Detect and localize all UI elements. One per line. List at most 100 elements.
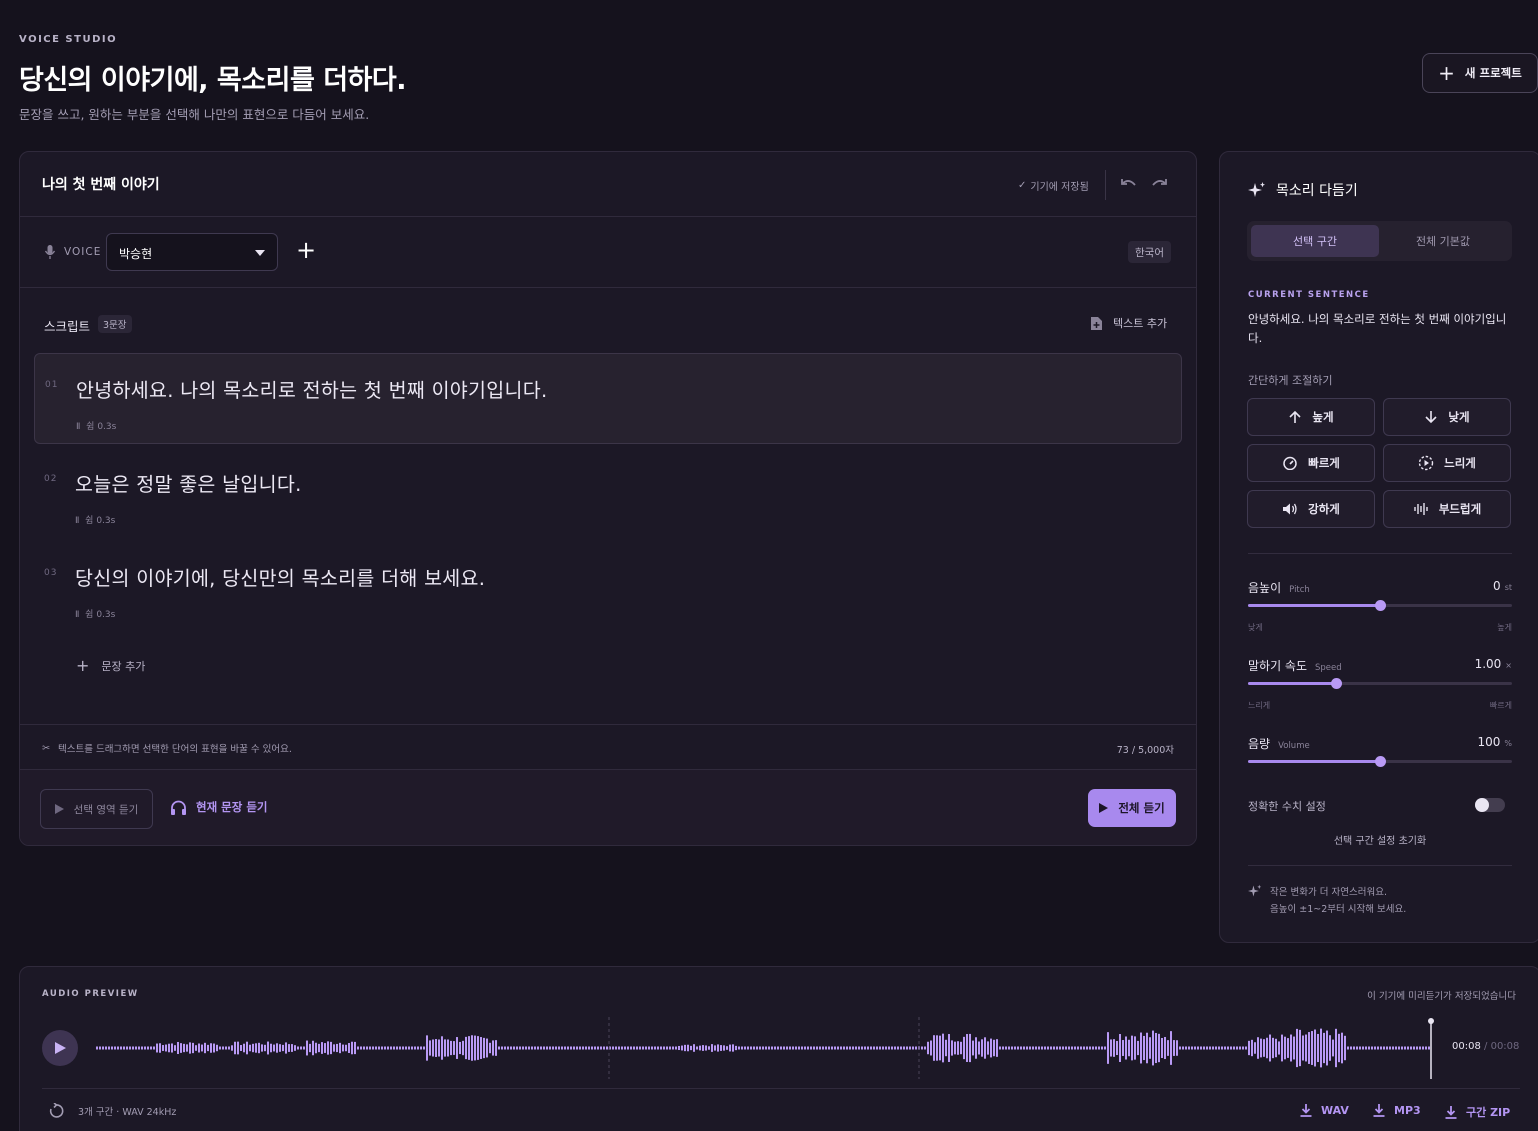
play-current-button[interactable]: 현재 문장 듣기 xyxy=(170,799,268,815)
speed-handle[interactable] xyxy=(1330,678,1342,689)
waveform-bar xyxy=(1332,1039,1334,1057)
waveform-bar xyxy=(585,1046,587,1050)
waveform-bar xyxy=(435,1039,437,1057)
waveform-bar xyxy=(1425,1046,1427,1050)
volume-fill xyxy=(1248,760,1380,763)
download-wav-button[interactable]: WAV xyxy=(1300,1104,1349,1117)
waveform-bar xyxy=(699,1045,701,1051)
slower-button[interactable]: 느리게 xyxy=(1383,444,1511,482)
panel-divider xyxy=(1248,865,1512,866)
stronger-button[interactable]: 강하게 xyxy=(1247,490,1375,528)
waveform-bar xyxy=(948,1034,950,1062)
waveform-bar xyxy=(288,1044,290,1052)
waveform-bar xyxy=(1299,1029,1301,1067)
play-all-button[interactable]: 전체 듣기 xyxy=(1088,789,1176,827)
playhead-handle[interactable] xyxy=(1428,1018,1434,1024)
download-mp3-label: MP3 xyxy=(1394,1104,1421,1117)
replay-icon[interactable] xyxy=(48,1103,64,1119)
waveform-bar xyxy=(1209,1046,1211,1050)
waveform-bar xyxy=(711,1044,713,1052)
new-project-button[interactable]: + 새 프로젝트 xyxy=(1422,53,1538,93)
sentence-row[interactable]: 02 오늘은 정말 좋은 날입니다. Ⅱ 쉼 0.3s xyxy=(34,448,1182,539)
tab-selection[interactable]: 선택 구간 xyxy=(1251,225,1379,257)
waveform-bar xyxy=(534,1046,536,1050)
add-sentence-button[interactable]: + 문장 추가 xyxy=(76,656,145,675)
waveform-bar xyxy=(501,1046,503,1050)
sentence-text[interactable]: 오늘은 정말 좋은 날입니다. xyxy=(75,468,302,497)
voice-select[interactable]: 박승현 xyxy=(106,233,278,271)
audio-info-text: 3개 구간 · WAV 24kHz xyxy=(78,1107,177,1118)
waveform-bar xyxy=(1137,1040,1139,1056)
waveform-bar xyxy=(651,1046,653,1050)
waveform-bar xyxy=(771,1046,773,1050)
waveform-bar xyxy=(708,1046,710,1050)
waveform-bar xyxy=(1308,1032,1310,1064)
waveform-bar xyxy=(966,1034,968,1062)
volume-handle[interactable] xyxy=(1375,756,1386,767)
play-selection-button[interactable]: 선택 영역 듣기 xyxy=(40,789,153,829)
audio-info: 3개 구간 · WAV 24kHz xyxy=(48,1103,176,1119)
waveform-bar xyxy=(795,1046,797,1050)
faster-button[interactable]: 빠르게 xyxy=(1247,444,1375,482)
sentence-pause[interactable]: Ⅱ 쉼 0.3s xyxy=(75,607,115,620)
waveform-bar xyxy=(252,1043,254,1053)
audio-play-button[interactable] xyxy=(42,1030,78,1066)
waveform-bar xyxy=(675,1046,677,1050)
waveform-bar xyxy=(1344,1035,1346,1061)
volume-slider[interactable] xyxy=(1248,756,1512,767)
waveform-bar xyxy=(189,1042,191,1054)
reset-selection-button[interactable]: 선택 구간 설정 초기화 xyxy=(1220,832,1538,847)
waveform-bar xyxy=(447,1039,449,1057)
waveform-bar xyxy=(990,1038,992,1058)
undo-icon[interactable] xyxy=(1118,174,1140,196)
waveform-bar xyxy=(1428,1046,1430,1050)
waveform-bar xyxy=(354,1041,356,1055)
exact-value-toggle[interactable] xyxy=(1475,798,1505,812)
lower-button[interactable]: 낮게 xyxy=(1383,398,1511,436)
pitch-handle[interactable] xyxy=(1375,600,1386,611)
waveform-bar xyxy=(897,1046,899,1050)
sentence-row[interactable]: 03 당신의 이야기에, 당신만의 목소리를 더해 보세요. Ⅱ 쉼 0.3s xyxy=(34,542,1182,633)
waveform-bar xyxy=(1311,1031,1313,1065)
waveform-bar xyxy=(396,1046,398,1050)
add-voice-button[interactable]: + xyxy=(296,238,316,262)
sparkle-icon xyxy=(1248,182,1265,197)
download-mp3-button[interactable]: MP3 xyxy=(1373,1104,1421,1117)
waveform-bar xyxy=(684,1044,686,1052)
waveform-bar xyxy=(783,1046,785,1050)
sentence-text[interactable]: 안녕하세요. 나의 목소리로 전하는 첫 번째 이야기입니다. xyxy=(76,374,548,403)
waveform-bar xyxy=(408,1046,410,1050)
gauge-icon xyxy=(1283,456,1297,470)
sentence-text[interactable]: 당신의 이야기에, 당신만의 목소리를 더해 보세요. xyxy=(75,562,485,591)
project-title[interactable]: 나의 첫 번째 이야기 xyxy=(42,174,160,194)
redo-icon[interactable] xyxy=(1148,174,1170,196)
voice-selected: 박승현 xyxy=(119,247,153,261)
sentence-count-badge: 3문장 xyxy=(98,315,132,333)
waveform[interactable] xyxy=(96,1017,1436,1079)
waveform-bar xyxy=(927,1041,929,1055)
waveform-bar xyxy=(1398,1046,1400,1050)
higher-button[interactable]: 높게 xyxy=(1247,398,1375,436)
waveform-bar xyxy=(807,1046,809,1050)
sentence-row[interactable]: 01 안녕하세요. 나의 목소리로 전하는 첫 번째 이야기입니다. Ⅱ 쉼 0… xyxy=(34,353,1182,444)
waveform-bar xyxy=(510,1046,512,1050)
softer-button[interactable]: 부드럽게 xyxy=(1383,490,1511,528)
waveform-bar xyxy=(852,1046,854,1050)
sentence-pause[interactable]: Ⅱ 쉼 0.3s xyxy=(76,419,116,432)
waveform-bar xyxy=(390,1046,392,1050)
saved-status: ✓ 기기에 저장됨 xyxy=(1018,178,1089,193)
waveform-bar xyxy=(1362,1046,1364,1050)
download-zip-button[interactable]: 구간 ZIP xyxy=(1445,1104,1510,1120)
pitch-slider[interactable] xyxy=(1248,600,1512,611)
waveform-bar xyxy=(951,1040,953,1056)
tab-default[interactable]: 전체 기본값 xyxy=(1379,225,1507,257)
add-text-button[interactable]: 텍스트 추가 xyxy=(1090,315,1167,331)
speed-slider[interactable] xyxy=(1248,678,1512,689)
waveform-bar xyxy=(195,1045,197,1051)
waveform-bar xyxy=(576,1046,578,1050)
sentence-pause[interactable]: Ⅱ 쉼 0.3s xyxy=(75,513,115,526)
waveform-bar xyxy=(780,1046,782,1050)
waveform-bar xyxy=(909,1046,911,1050)
waveform-bar xyxy=(1113,1039,1115,1057)
waveform-bar xyxy=(1002,1046,1004,1050)
